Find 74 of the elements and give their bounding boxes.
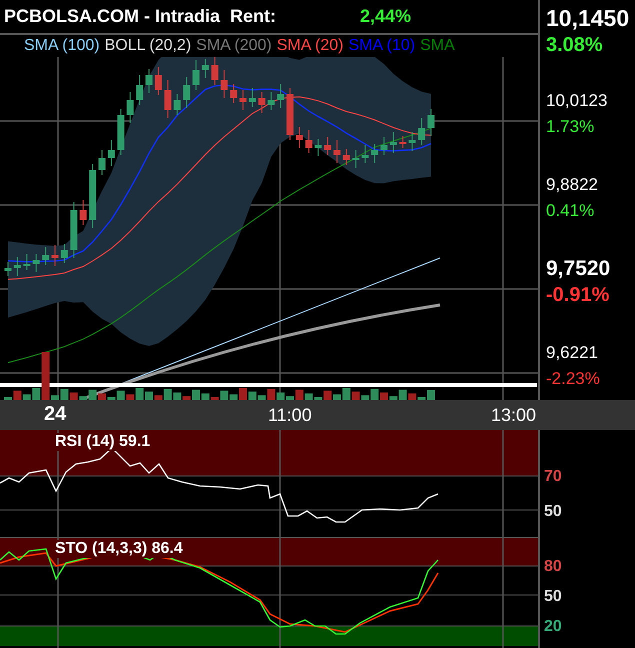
price-label: 10,1450 — [546, 4, 630, 32]
candlestick — [183, 76, 190, 108]
candlestick — [352, 150, 360, 168]
candlestick — [108, 140, 115, 166]
candlestick — [371, 144, 378, 164]
percent-change-label: -0.91% — [546, 283, 610, 308]
candlestick — [117, 108, 124, 156]
candlestick — [164, 80, 172, 118]
candlestick — [334, 140, 340, 164]
percent-change-label: 0.41% — [546, 200, 596, 222]
candlestick — [174, 94, 181, 116]
candlestick — [399, 136, 406, 148]
candlestick — [202, 58, 209, 78]
candlestick — [342, 148, 350, 166]
time-axis-label: 13:00 — [491, 405, 536, 426]
indicator-legend-label: SMA (100) — [24, 37, 100, 55]
rsi-label: RSI (14) 59.1 — [53, 433, 152, 451]
candlestick — [240, 90, 246, 110]
candlestick — [14, 256, 21, 276]
candlestick — [4, 262, 12, 276]
indicator-legend-label: BOLL (20,2) — [104, 37, 192, 55]
candlestick — [220, 70, 228, 98]
candlestick — [136, 74, 144, 106]
indicator-legend-label: SMA (200) — [196, 37, 272, 55]
percent-change-label: -2.23% — [546, 368, 600, 390]
percent-change-label: 1.73% — [546, 116, 596, 138]
candlestick — [314, 138, 322, 156]
candlestick — [230, 84, 238, 104]
candlestick — [408, 132, 416, 152]
candlestick — [89, 164, 96, 228]
candlestick — [277, 84, 284, 108]
candlestick — [80, 200, 87, 226]
indicator-legend-label: SMA (20) — [276, 37, 344, 55]
percent-change-label: 3.08% — [546, 33, 604, 58]
indicator-legend-label: SMA — [420, 37, 455, 55]
chart-title: PCBOLSA.COM - Intradia Rent: — [4, 6, 278, 27]
candlestick — [286, 88, 294, 140]
rsi-level-label: 70 — [544, 468, 562, 486]
candlestick — [211, 57, 218, 86]
return-value: 2,44% — [360, 6, 412, 27]
candlestick — [248, 88, 256, 108]
candlestick — [42, 246, 50, 266]
price-label: 9,6221 — [546, 342, 599, 364]
candlestick — [268, 92, 275, 110]
price-label: 10,0123 — [546, 90, 608, 112]
candlestick — [60, 244, 68, 264]
stochastic-label: STO (14,3,3) 86.4 — [53, 540, 185, 558]
candlestick — [390, 132, 397, 154]
candlestick — [52, 244, 58, 266]
time-axis-label: 11:00 — [268, 405, 312, 426]
time-axis-label: 24 — [44, 403, 66, 426]
candlestick — [23, 254, 30, 270]
candlestick — [362, 144, 369, 164]
candlestick — [192, 60, 200, 90]
candlestick — [418, 118, 426, 146]
candlestick — [126, 92, 134, 124]
candlestick — [258, 92, 266, 114]
candlestick — [305, 130, 312, 154]
stochastic-level-label: 50 — [544, 588, 562, 606]
candlestick — [32, 254, 40, 272]
price-label: 9,8822 — [546, 174, 598, 196]
candlestick — [98, 150, 106, 176]
candlestick — [154, 66, 162, 96]
candlestick — [380, 136, 388, 156]
candlestick — [146, 68, 152, 94]
rsi-level-label: 50 — [544, 503, 562, 521]
indicator-legend-label: SMA (10) — [348, 37, 416, 55]
candlestick — [70, 202, 78, 258]
stochastic-level-label: 20 — [544, 618, 562, 636]
candlestick — [296, 126, 303, 148]
candlestick — [324, 136, 332, 156]
price-label: 9,7520 — [546, 256, 610, 282]
stochastic-level-label: 80 — [544, 558, 562, 576]
candlestick — [428, 108, 434, 136]
